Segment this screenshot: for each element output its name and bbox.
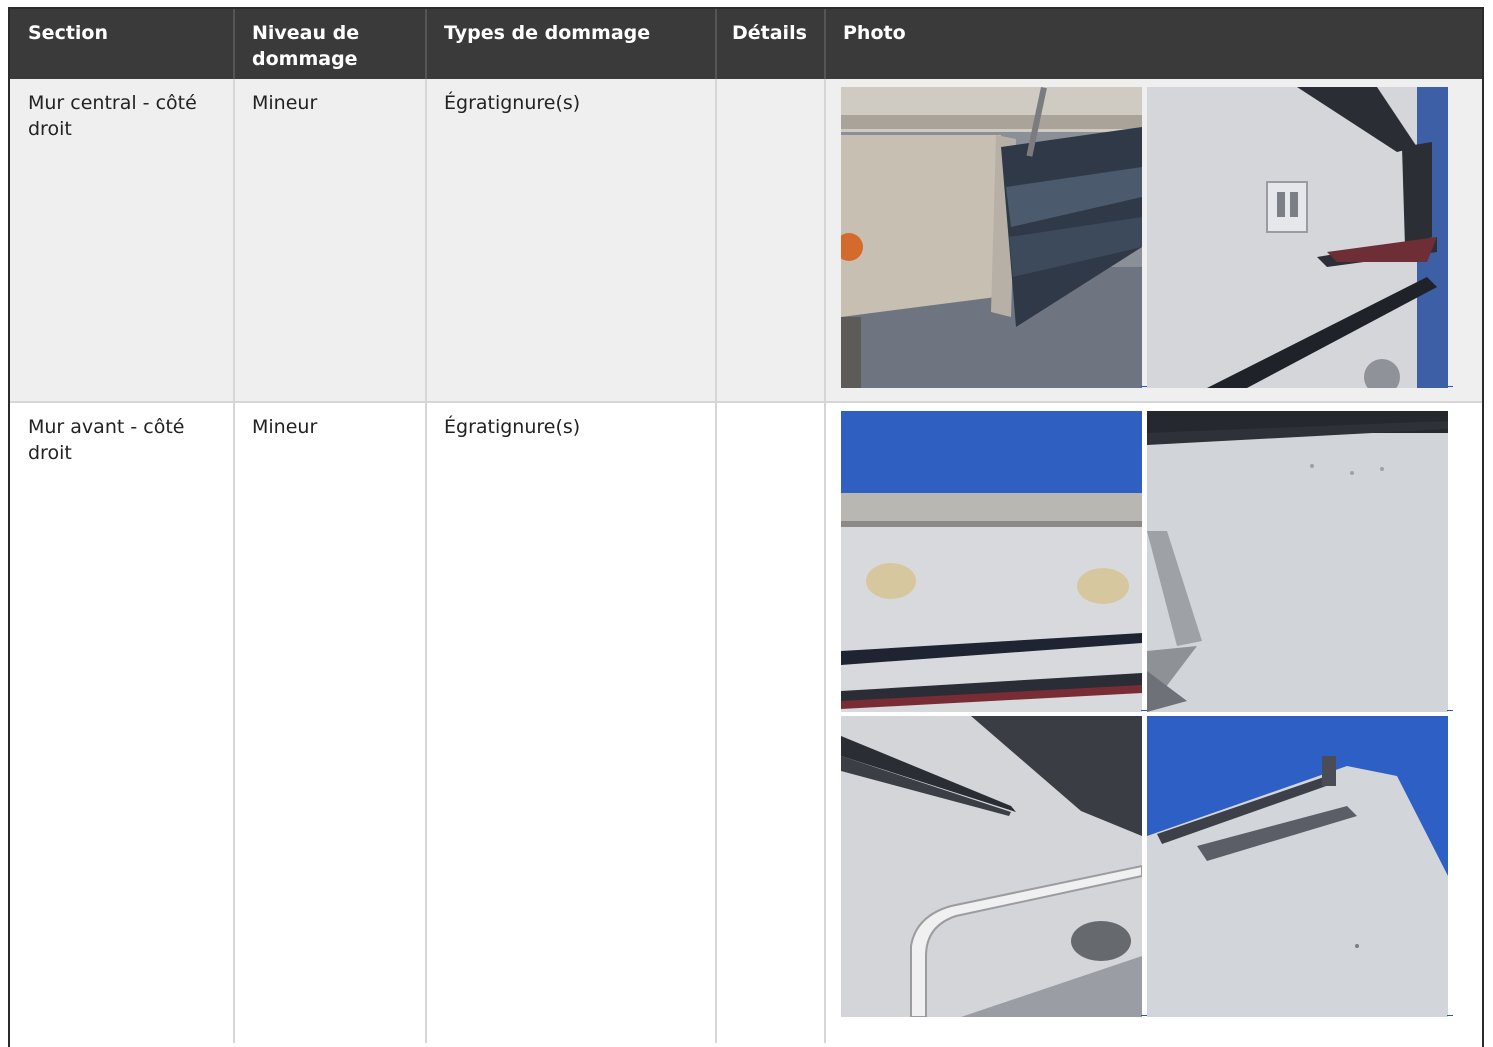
header-types: Types de dommage	[444, 22, 651, 44]
table-row: Mur avant - côté droit Mineur Égratignur…	[10, 403, 1482, 1043]
cell-section: Mur avant - côté droit	[28, 416, 185, 464]
header-niveau: Niveau de dommage	[252, 22, 360, 70]
cell-niveau: Mineur	[252, 416, 318, 438]
cell-details	[716, 403, 826, 414]
photo-link-underline	[1447, 710, 1453, 711]
photo-sidewall-latch[interactable]	[1147, 87, 1448, 388]
photo-link-underline	[1447, 386, 1453, 387]
header-section: Section	[28, 22, 109, 44]
table-row: Mur central - côté droit Mineur Égratign…	[10, 79, 1482, 401]
cell-section: Mur central - côté droit	[28, 92, 197, 140]
cell-types: Égratignure(s)	[444, 416, 581, 438]
cell-types: Égratignure(s)	[444, 92, 581, 114]
table-header: Section Niveau de dommage Types de domma…	[10, 9, 1482, 79]
photo-roof-rail[interactable]	[1147, 716, 1448, 1017]
header-details: Détails	[732, 22, 807, 44]
photo-window-frame[interactable]	[841, 716, 1142, 1017]
photo-trim-caps[interactable]	[841, 411, 1142, 712]
cell-niveau: Mineur	[252, 92, 318, 114]
cell-details	[716, 79, 826, 90]
photo-link-underline	[1447, 1015, 1453, 1016]
photo-storage-compartment[interactable]	[841, 87, 1142, 388]
header-photo: Photo	[843, 22, 906, 44]
photo-sidewall-scratch[interactable]	[1147, 411, 1448, 712]
